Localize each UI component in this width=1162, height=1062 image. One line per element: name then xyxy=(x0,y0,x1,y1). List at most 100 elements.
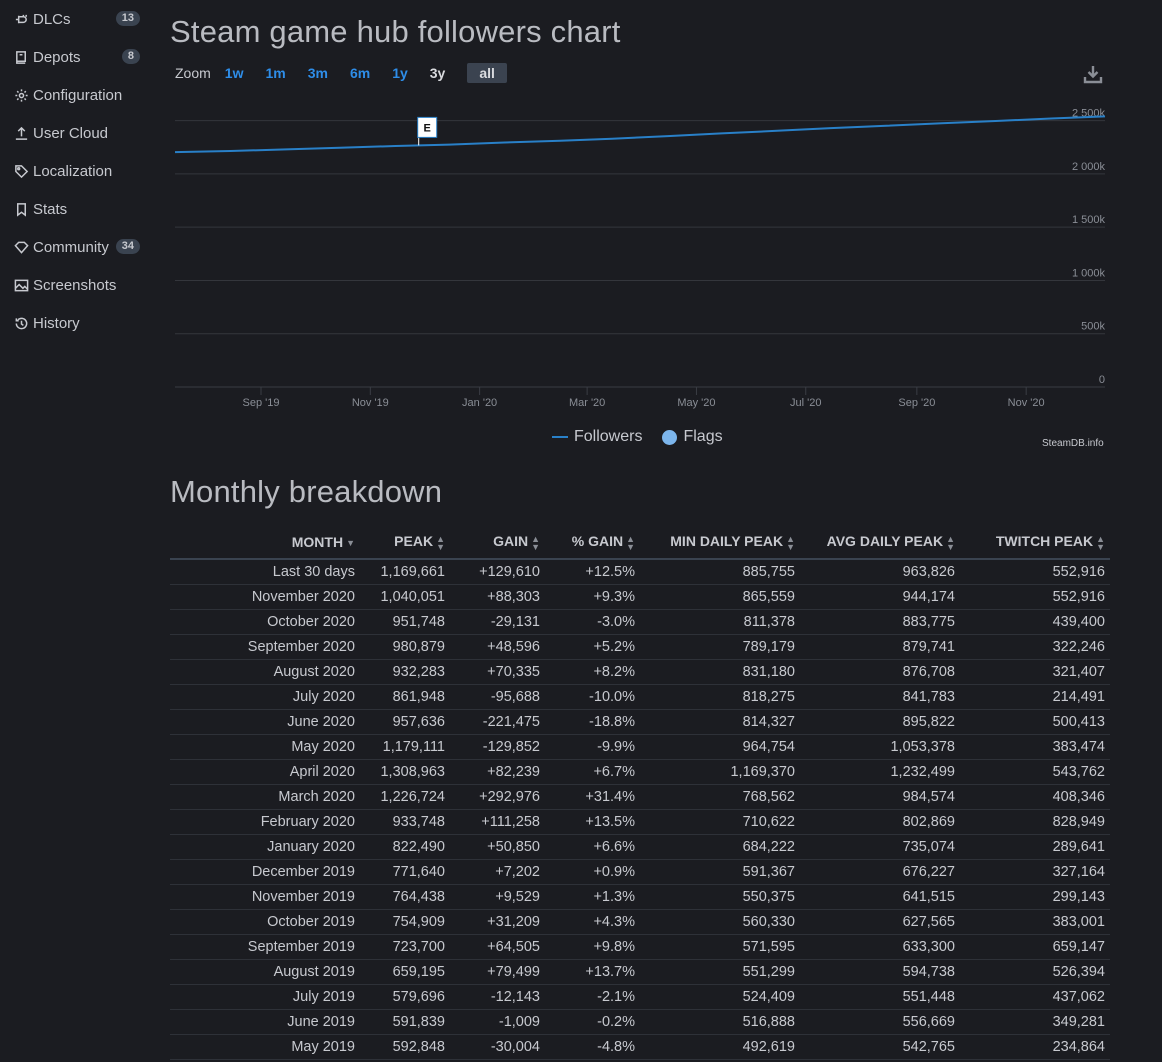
cell-min-daily-peak: 811,378 xyxy=(640,609,800,635)
cell-peak: 1,226,724 xyxy=(360,784,450,810)
chart-credit[interactable]: SteamDB.info xyxy=(1042,438,1104,449)
column-header-label: AVG DAILY PEAK xyxy=(826,533,944,550)
table-row: June 2019 591,839 -1,009 -0.2% 516,888 556,66… xyxy=(170,1009,1110,1035)
cell-twitch-peak: 383,474 xyxy=(960,734,1110,760)
table-row: October 2019 754,909 +31,209 +4.3% 560,330 62… xyxy=(170,909,1110,935)
table-row: November 2020 1,040,051 +88,303 +9.3% 865,55… xyxy=(170,584,1110,610)
sort-icon: ▲ ▼ xyxy=(436,533,445,552)
cell-gain: +9,529 xyxy=(450,884,545,910)
breakdown-body: Last 30 days 1,169,661 +129,610 +12.5% 885,7… xyxy=(170,559,1110,1060)
cell-min-daily-peak: 710,622 xyxy=(640,809,800,835)
cell-month: June 2019 xyxy=(170,1009,360,1035)
x-tick-label: May '20 xyxy=(677,397,715,409)
column-header-peak[interactable]: PEAK ▲ ▼ xyxy=(360,526,450,560)
column-header-avg-daily-peak[interactable]: AVG DAILY PEAK ▲ ▼ xyxy=(800,526,960,560)
cell-avg-daily-peak: 633,300 xyxy=(800,934,960,960)
cell-peak: 591,839 xyxy=(360,1009,450,1035)
cell-min-daily-peak: 1,169,370 xyxy=(640,759,800,785)
sort-icon: ▲ ▼ xyxy=(626,533,635,552)
cell-peak: 723,700 xyxy=(360,934,450,960)
cell-percent-gain: +0.9% xyxy=(545,859,640,885)
cell-twitch-peak: 408,346 xyxy=(960,784,1110,810)
followers-legend-swatch xyxy=(552,436,568,438)
cell-avg-daily-peak: 735,074 xyxy=(800,834,960,860)
column-header-month[interactable]: MONTH ▼ xyxy=(170,526,360,560)
cell-twitch-peak: 289,641 xyxy=(960,834,1110,860)
cell-min-daily-peak: 492,619 xyxy=(640,1034,800,1060)
cell-twitch-peak: 322,246 xyxy=(960,634,1110,660)
cell-avg-daily-peak: 876,708 xyxy=(800,659,960,685)
column-header-gain[interactable]: GAIN ▲ ▼ xyxy=(450,526,545,560)
y-tick-label: 2 000k xyxy=(1072,161,1106,173)
cell-percent-gain: -3.0% xyxy=(545,609,640,635)
cell-percent-gain: -18.8% xyxy=(545,709,640,735)
cell-percent-gain: -0.2% xyxy=(545,1009,640,1035)
cell-gain: +7,202 xyxy=(450,859,545,885)
cell-month: April 2020 xyxy=(170,759,360,785)
cell-avg-daily-peak: 1,232,499 xyxy=(800,759,960,785)
cell-gain: -221,475 xyxy=(450,709,545,735)
cell-twitch-peak: 439,400 xyxy=(960,609,1110,635)
cell-month: February 2020 xyxy=(170,809,360,835)
table-row: November 2019 764,438 +9,529 +1.3% 550,375 64… xyxy=(170,884,1110,910)
column-header-label: GAIN xyxy=(493,533,529,550)
cell-twitch-peak: 214,491 xyxy=(960,684,1110,710)
sort-icon: ▲ ▼ xyxy=(1096,533,1105,552)
cell-percent-gain: +31.4% xyxy=(545,784,640,810)
table-row: January 2020 822,490 +50,850 +6.6% 684,222 73… xyxy=(170,834,1110,860)
cell-percent-gain: +6.7% xyxy=(545,759,640,785)
cell-peak: 579,696 xyxy=(360,984,450,1010)
flags-legend-swatch xyxy=(662,429,678,445)
cell-peak: 932,283 xyxy=(360,659,450,685)
cell-peak: 957,636 xyxy=(360,709,450,735)
column-header-min-daily-peak[interactable]: MIN DAILY PEAK ▲ ▼ xyxy=(640,526,800,560)
monthly-breakdown-table: MONTH ▼ PEAK ▲ ▼ GAIN ▲ ▼ % GAIN ▲ ▼ MIN DAILY … xyxy=(170,526,1110,1060)
table-row: December 2019 771,640 +7,202 +0.9% 591,367 67… xyxy=(170,859,1110,885)
y-tick-label: 0 xyxy=(1099,374,1105,386)
y-tick-label: 1 500k xyxy=(1072,214,1106,226)
cell-percent-gain: +9.8% xyxy=(545,934,640,960)
cell-twitch-peak: 437,062 xyxy=(960,984,1110,1010)
column-header-label: PEAK xyxy=(394,533,434,550)
sort-icon: ▲ ▼ xyxy=(786,533,795,552)
x-tick-label: Sep '20 xyxy=(898,397,935,409)
cell-month: July 2020 xyxy=(170,684,360,710)
column-header-label: TWITCH PEAK xyxy=(995,533,1094,550)
cell-month: June 2020 xyxy=(170,709,360,735)
cell-min-daily-peak: 560,330 xyxy=(640,909,800,935)
column-header-percent-gain[interactable]: % GAIN ▲ ▼ xyxy=(545,526,640,560)
cell-gain: -30,004 xyxy=(450,1034,545,1060)
cell-month: August 2019 xyxy=(170,959,360,985)
cell-avg-daily-peak: 551,448 xyxy=(800,984,960,1010)
table-row: May 2020 1,179,111 -129,852 -9.9% 964,754 1,0… xyxy=(170,734,1110,760)
cell-gain: -129,852 xyxy=(450,734,545,760)
cell-twitch-peak: 234,864 xyxy=(960,1034,1110,1060)
cell-min-daily-peak: 814,327 xyxy=(640,709,800,735)
table-row: September 2019 723,700 +64,505 +9.8% 571,595… xyxy=(170,934,1110,960)
cell-min-daily-peak: 818,275 xyxy=(640,684,800,710)
cell-gain: -29,131 xyxy=(450,609,545,635)
cell-avg-daily-peak: 984,574 xyxy=(800,784,960,810)
cell-gain: +88,303 xyxy=(450,584,545,610)
x-tick-label: Nov '20 xyxy=(1008,397,1045,409)
flag-label: E xyxy=(424,122,431,134)
cell-gain: +50,850 xyxy=(450,834,545,860)
table-row: September 2020 980,879 +48,596 +5.2% 789,179… xyxy=(170,634,1110,660)
cell-gain: -95,688 xyxy=(450,684,545,710)
cell-min-daily-peak: 789,179 xyxy=(640,634,800,660)
cell-month: January 2020 xyxy=(170,834,360,860)
cell-twitch-peak: 383,001 xyxy=(960,909,1110,935)
column-header-twitch-peak[interactable]: TWITCH PEAK ▲ ▼ xyxy=(960,526,1110,560)
cell-gain: +79,499 xyxy=(450,959,545,985)
legend-followers[interactable]: Followers xyxy=(574,428,642,446)
column-header-label: MIN DAILY PEAK xyxy=(670,533,784,550)
breakdown-title: Monthly breakdown xyxy=(170,474,443,509)
cell-twitch-peak: 659,147 xyxy=(960,934,1110,960)
x-tick-label: Sep '19 xyxy=(243,397,280,409)
cell-percent-gain: -9.9% xyxy=(545,734,640,760)
legend-flags[interactable]: Flags xyxy=(683,428,722,446)
cell-avg-daily-peak: 895,822 xyxy=(800,709,960,735)
y-tick-label: 500k xyxy=(1081,321,1105,333)
cell-avg-daily-peak: 1,053,378 xyxy=(800,734,960,760)
cell-month: August 2020 xyxy=(170,659,360,685)
